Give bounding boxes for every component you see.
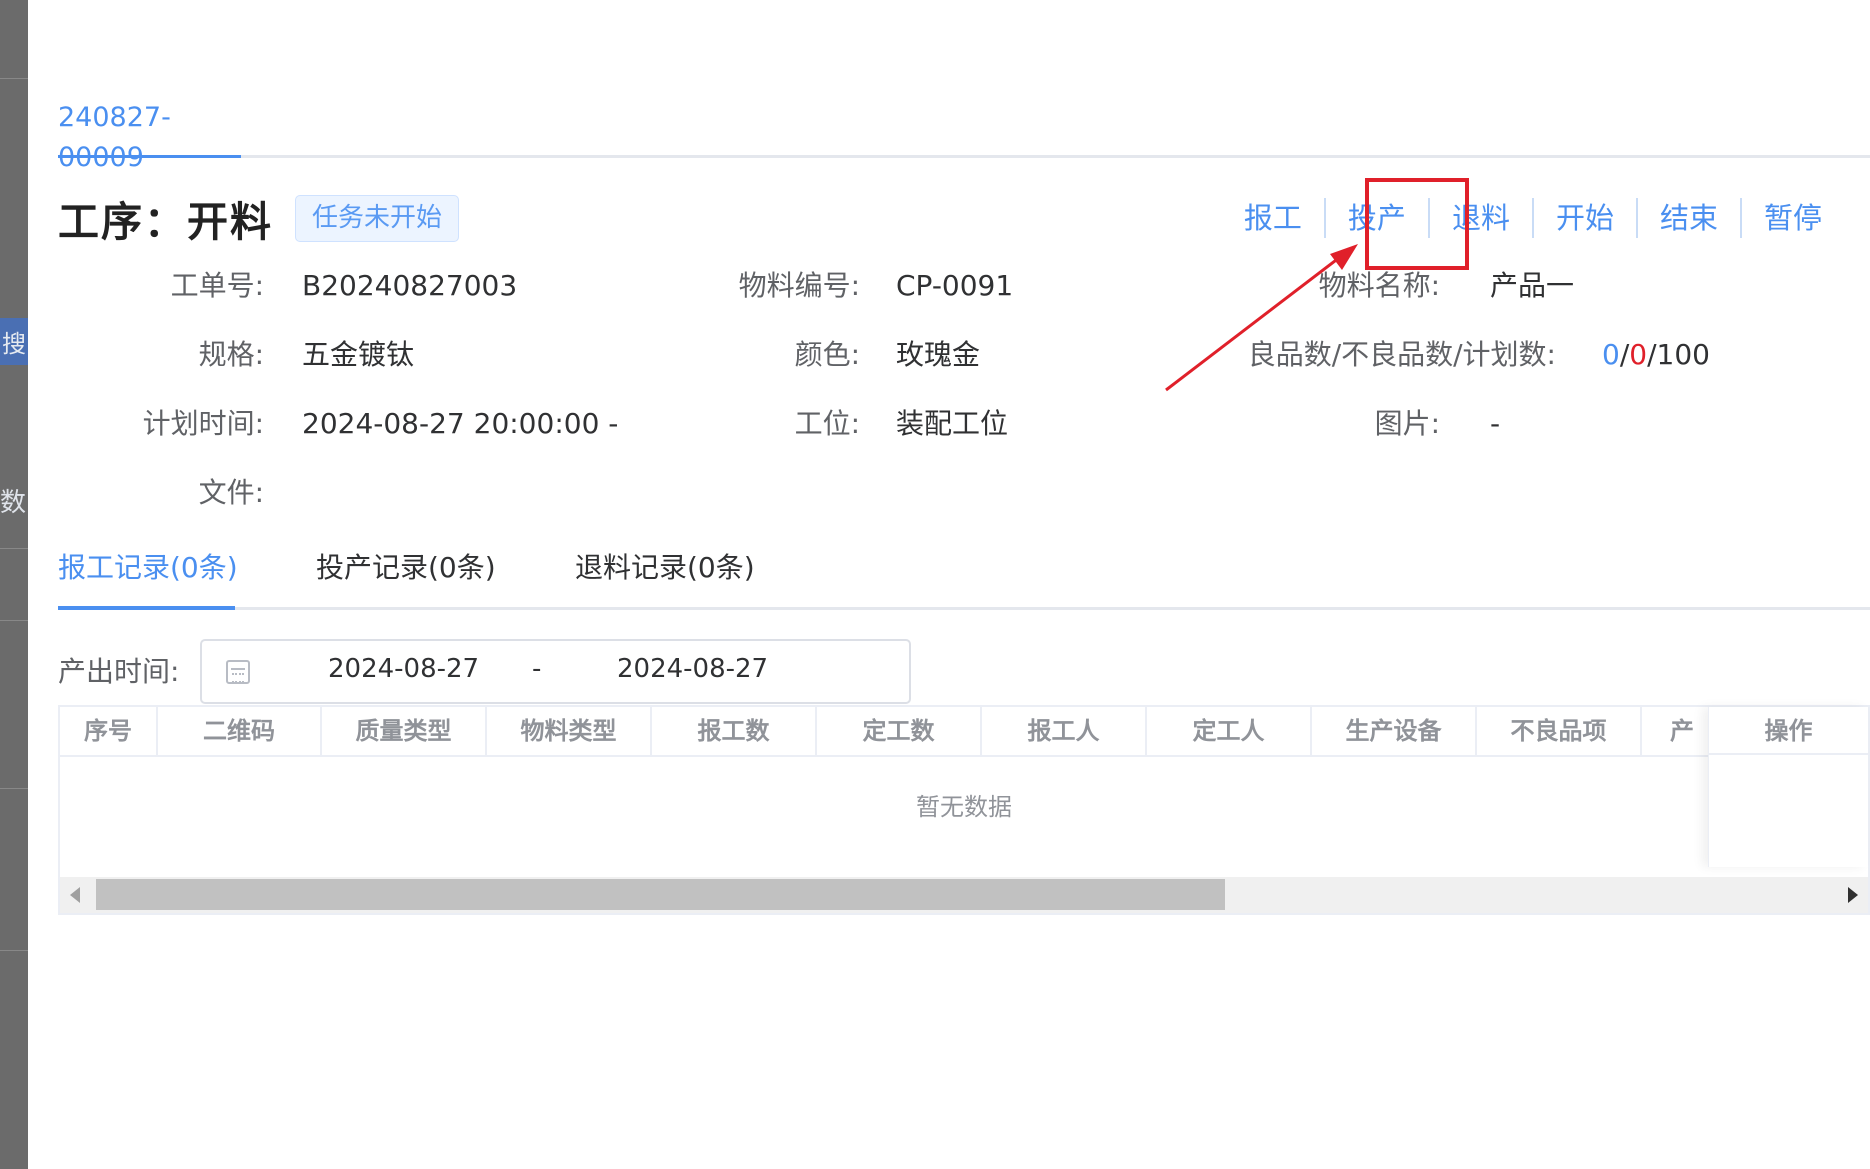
date-range-picker[interactable]: 2024-08-27 - 2024-08-27 <box>200 639 911 704</box>
tab-return-records[interactable]: 退料记录(0条) <box>575 548 755 610</box>
station-label: 工位: <box>794 407 860 440</box>
material-name-label: 物料名称: <box>1318 269 1440 302</box>
material-code-value: CP-0091 <box>896 269 1014 302</box>
date-range-separator: - <box>532 654 542 684</box>
quantity-value: 0/0/100 <box>1602 338 1710 371</box>
column-header-defect-items: 不良品项 <box>1477 707 1642 755</box>
background-page-edge: 搜 数 <box>0 0 28 1169</box>
bad-count: 0 <box>1629 338 1648 371</box>
table-header: 序号 二维码 质量类型 物料类型 报工数 定工数 报工人 定工人 生产设备 不良… <box>60 707 1868 757</box>
background-divider <box>0 788 28 789</box>
plan-time-label: 计划时间: <box>142 407 264 440</box>
station-value: 装配工位 <box>896 407 1009 440</box>
detail-drawer: 240827-00009 工序：开料 任务未开始 报工 投产 退料 开始 结束 … <box>28 0 1870 1169</box>
output-time-label: 产出时间: <box>58 655 180 688</box>
plan-count: 100 <box>1656 338 1710 371</box>
tab-order-number[interactable]: 240827-00009 <box>58 98 241 173</box>
column-header-index: 序号 <box>60 707 158 755</box>
quantity-label: 良品数/不良品数/计划数: <box>1247 338 1556 371</box>
finish-button[interactable]: 结束 <box>1638 198 1740 238</box>
tab-production-records[interactable]: 投产记录(0条) <box>316 548 496 610</box>
plan-time-value: 2024-08-27 20:00:00 - <box>302 407 619 440</box>
start-button[interactable]: 开始 <box>1534 198 1636 238</box>
column-header-report-qty: 报工数 <box>652 707 817 755</box>
good-count: 0 <box>1602 338 1620 371</box>
scroll-left-arrow-icon[interactable] <box>70 887 80 903</box>
material-name-value: 产品一 <box>1490 269 1575 302</box>
image-label: 图片: <box>1374 407 1440 440</box>
material-code-label: 物料编号: <box>738 269 860 302</box>
work-order-label: 工单号: <box>170 269 264 302</box>
color-label: 颜色: <box>794 338 860 371</box>
tab-report-records[interactable]: 报工记录(0条) <box>58 548 238 610</box>
work-order-value: B20240827003 <box>302 269 518 302</box>
horizontal-scrollbar[interactable] <box>60 877 1868 913</box>
background-search-fragment: 搜 <box>0 318 28 365</box>
status-badge: 任务未开始 <box>295 194 460 242</box>
spec-label: 规格: <box>198 338 264 371</box>
empty-state-text: 暂无数据 <box>916 793 1012 821</box>
scrollbar-thumb[interactable] <box>96 879 1225 910</box>
end-date-input[interactable]: 2024-08-27 <box>617 654 768 684</box>
background-divider <box>0 78 28 79</box>
spec-value: 五金镀钛 <box>302 338 415 371</box>
record-tab-bar: 报工记录(0条) 投产记录(0条) 退料记录(0条) <box>58 548 1870 610</box>
report-work-button[interactable]: 报工 <box>1222 198 1324 238</box>
background-divider <box>0 548 28 549</box>
start-date-input[interactable]: 2024-08-27 <box>328 654 479 684</box>
column-header-fixed-qty: 定工数 <box>817 707 982 755</box>
annotation-highlight-box <box>1365 178 1469 270</box>
column-header-quality-type: 质量类型 <box>322 707 487 755</box>
column-header-equipment: 生产设备 <box>1312 707 1477 755</box>
background-divider <box>0 620 28 621</box>
pause-button[interactable]: 暂停 <box>1742 198 1844 238</box>
background-count-fragment: 数 <box>0 488 27 518</box>
order-tab-bar: 240827-00009 <box>58 98 1870 173</box>
file-label: 文件: <box>198 476 264 509</box>
report-records-table: 序号 二维码 质量类型 物料类型 报工数 定工数 报工人 定工人 生产设备 不良… <box>58 705 1870 915</box>
process-title: 工序：开料 <box>58 198 273 246</box>
fixed-operation-column: 操作 <box>1708 707 1868 867</box>
title-row: 工序：开料 任务未开始 <box>58 190 460 246</box>
image-value: - <box>1490 407 1501 440</box>
column-header-fixer: 定工人 <box>1147 707 1312 755</box>
action-bar: 报工 投产 退料 开始 结束 暂停 <box>1222 198 1844 238</box>
calendar-icon <box>226 660 250 684</box>
scroll-right-arrow-icon[interactable] <box>1848 887 1858 903</box>
background-divider <box>0 950 28 951</box>
annotation-arrow <box>1165 244 1358 392</box>
column-header-material-type: 物料类型 <box>487 707 652 755</box>
column-header-reporter: 报工人 <box>982 707 1147 755</box>
column-header-qrcode: 二维码 <box>158 707 322 755</box>
column-header-operation: 操作 <box>1709 707 1868 755</box>
color-value: 玫瑰金 <box>896 338 981 371</box>
